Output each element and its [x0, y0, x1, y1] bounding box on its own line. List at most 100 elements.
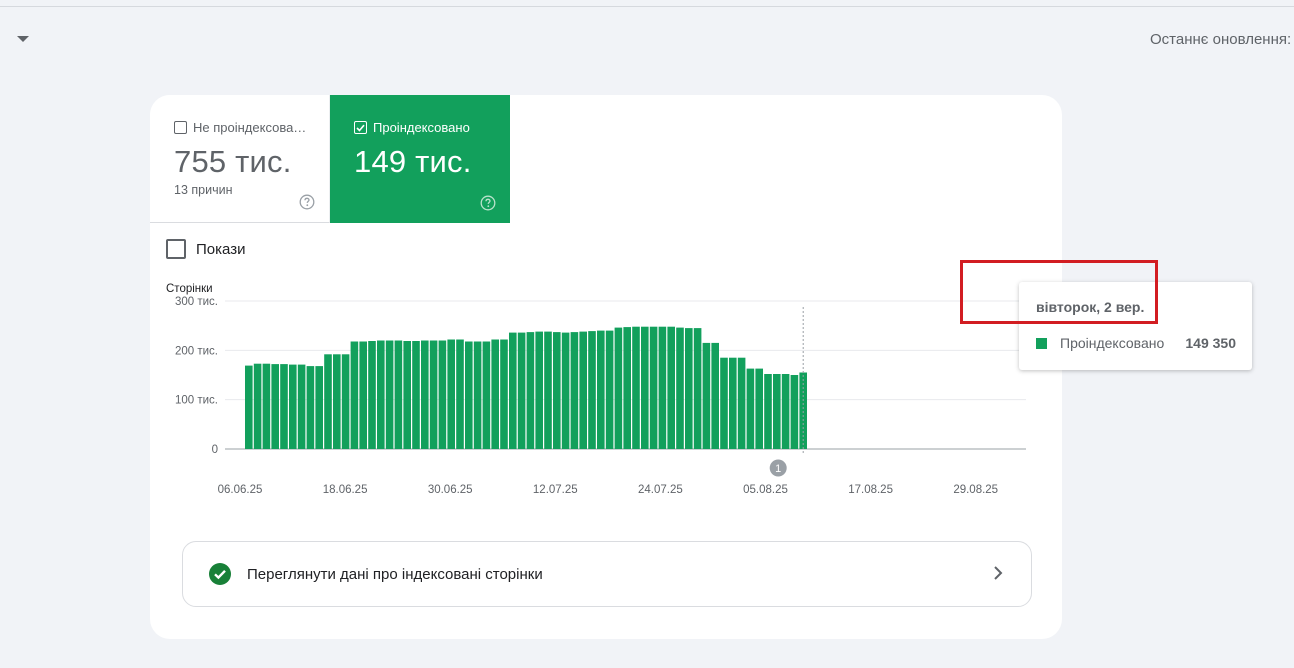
chart-bar[interactable] [773, 374, 781, 449]
chart-bar[interactable] [553, 332, 561, 449]
chart-bar[interactable] [676, 327, 684, 449]
chart-bar[interactable] [280, 364, 288, 449]
chart-bar[interactable] [271, 364, 279, 449]
chart-y-label: Сторінки [166, 283, 213, 295]
indexed-value: 149 тис. [354, 144, 472, 179]
caret-down-icon [17, 36, 29, 42]
impressions-toggle[interactable]: Покази [166, 239, 245, 259]
help-icon[interactable] [299, 194, 315, 210]
chevron-right-icon [994, 566, 1003, 580]
chart-bar[interactable] [333, 354, 341, 449]
annotation-badge[interactable]: 1 [769, 459, 787, 477]
impressions-label: Покази [196, 240, 246, 258]
chart-bar[interactable] [711, 342, 719, 449]
chart-bar[interactable] [597, 330, 605, 449]
x-tick-label: 30.06.25 [428, 484, 473, 496]
chart-bar[interactable] [544, 331, 552, 449]
not-indexed-toggle[interactable]: Не проіндексова… [174, 120, 306, 135]
chart-bar[interactable] [394, 340, 403, 450]
chart-bar[interactable] [473, 341, 482, 450]
chart-bar[interactable] [491, 339, 499, 450]
tooltip-value: 149 350 [1185, 335, 1236, 351]
collapse-toggle[interactable] [12, 30, 34, 48]
check-icon [356, 124, 365, 132]
chart-bar[interactable] [385, 340, 394, 450]
chart-bar[interactable] [509, 332, 517, 449]
chart-bar[interactable] [297, 364, 306, 449]
chart-bar[interactable] [438, 340, 447, 450]
tooltip-series-name: Проіндексовано [1060, 335, 1165, 351]
indexed-checkbox[interactable] [354, 121, 367, 134]
not-indexed-tile[interactable]: Не проіндексова… 755 тис. 13 причин [150, 95, 330, 223]
view-indexed-pages-link[interactable]: Переглянути дані про індексовані сторінк… [182, 541, 1032, 607]
chart-bar[interactable] [649, 326, 658, 449]
chart-bar[interactable] [482, 341, 491, 450]
chart-bar[interactable] [421, 340, 429, 450]
chart-bar[interactable] [377, 340, 385, 450]
chart-bar[interactable] [403, 341, 411, 449]
chart-bar[interactable] [755, 368, 763, 449]
x-tick-label: 12.07.25 [533, 484, 578, 496]
chart-bar[interactable] [315, 366, 323, 449]
x-tick-label: 24.07.25 [638, 484, 683, 496]
highlight-box [960, 260, 1158, 324]
chart-bar[interactable] [588, 331, 596, 449]
x-tick-label: 05.08.25 [743, 484, 788, 496]
chart-bar[interactable] [465, 341, 473, 450]
indexed-toggle[interactable]: Проіндексовано [354, 120, 470, 135]
chart-bar[interactable] [693, 328, 702, 449]
y-tick-label: 300 тис. [175, 296, 218, 308]
help-icon[interactable] [480, 195, 496, 211]
chart-bar[interactable] [605, 330, 614, 449]
chart-bar[interactable] [368, 341, 376, 449]
chart-bar[interactable] [702, 342, 711, 449]
chart-bar[interactable] [746, 368, 755, 449]
not-indexed-checkbox[interactable] [174, 121, 187, 134]
chart-bar[interactable] [667, 326, 675, 449]
chart-bar[interactable] [350, 341, 359, 450]
impressions-checkbox[interactable] [166, 239, 186, 259]
annotation-badge-label: 1 [775, 463, 781, 475]
indexed-label: Проіндексовано [373, 120, 470, 135]
chart-bar[interactable] [456, 339, 464, 450]
indexed-tile[interactable]: Проіндексовано 149 тис. [330, 95, 510, 223]
chart-bar[interactable] [245, 365, 253, 449]
chart-bar[interactable] [341, 354, 350, 449]
chart-bar[interactable] [253, 363, 262, 449]
chart-bar[interactable] [614, 327, 623, 449]
chart-bar[interactable] [412, 341, 420, 449]
tooltip-row: Проіндексовано 149 350 [1036, 335, 1236, 351]
chart-bar[interactable] [781, 374, 790, 449]
chart-bar[interactable] [623, 327, 631, 449]
chart-bar[interactable] [764, 374, 772, 449]
chart-bar[interactable] [262, 363, 271, 449]
not-indexed-reasons: 13 причин [174, 183, 233, 197]
chart-bar[interactable] [790, 375, 799, 449]
chart-bar[interactable] [526, 332, 535, 449]
chart-bar[interactable] [447, 339, 455, 450]
chart-bar[interactable] [632, 326, 640, 449]
chart-bar[interactable] [579, 331, 587, 449]
x-tick-label: 06.06.25 [218, 484, 263, 496]
chart-bar[interactable] [324, 354, 332, 449]
chart-bar[interactable] [570, 332, 579, 449]
chart-bar[interactable] [500, 339, 508, 450]
not-indexed-value: 755 тис. [174, 144, 292, 179]
chart-bar[interactable] [306, 366, 315, 449]
chart-bar[interactable] [641, 326, 649, 449]
chart-bar[interactable] [535, 331, 543, 449]
chart-bar[interactable] [729, 357, 737, 449]
check-circle-icon [209, 563, 231, 585]
y-tick-label: 100 тис. [175, 395, 218, 407]
chart-bar[interactable] [737, 357, 746, 449]
tooltip-swatch [1036, 337, 1047, 349]
indexing-card: Не проіндексова… 755 тис. 13 причин Проі… [150, 95, 1062, 639]
chart-bar[interactable] [429, 340, 438, 450]
chart-bar[interactable] [561, 332, 570, 449]
chart-bar[interactable] [359, 341, 367, 450]
chart-bar[interactable] [517, 332, 526, 449]
chart-bar[interactable] [720, 357, 728, 449]
chart-bar[interactable] [658, 326, 667, 449]
chart-bar[interactable] [289, 364, 297, 449]
chart-bar[interactable] [685, 328, 693, 449]
